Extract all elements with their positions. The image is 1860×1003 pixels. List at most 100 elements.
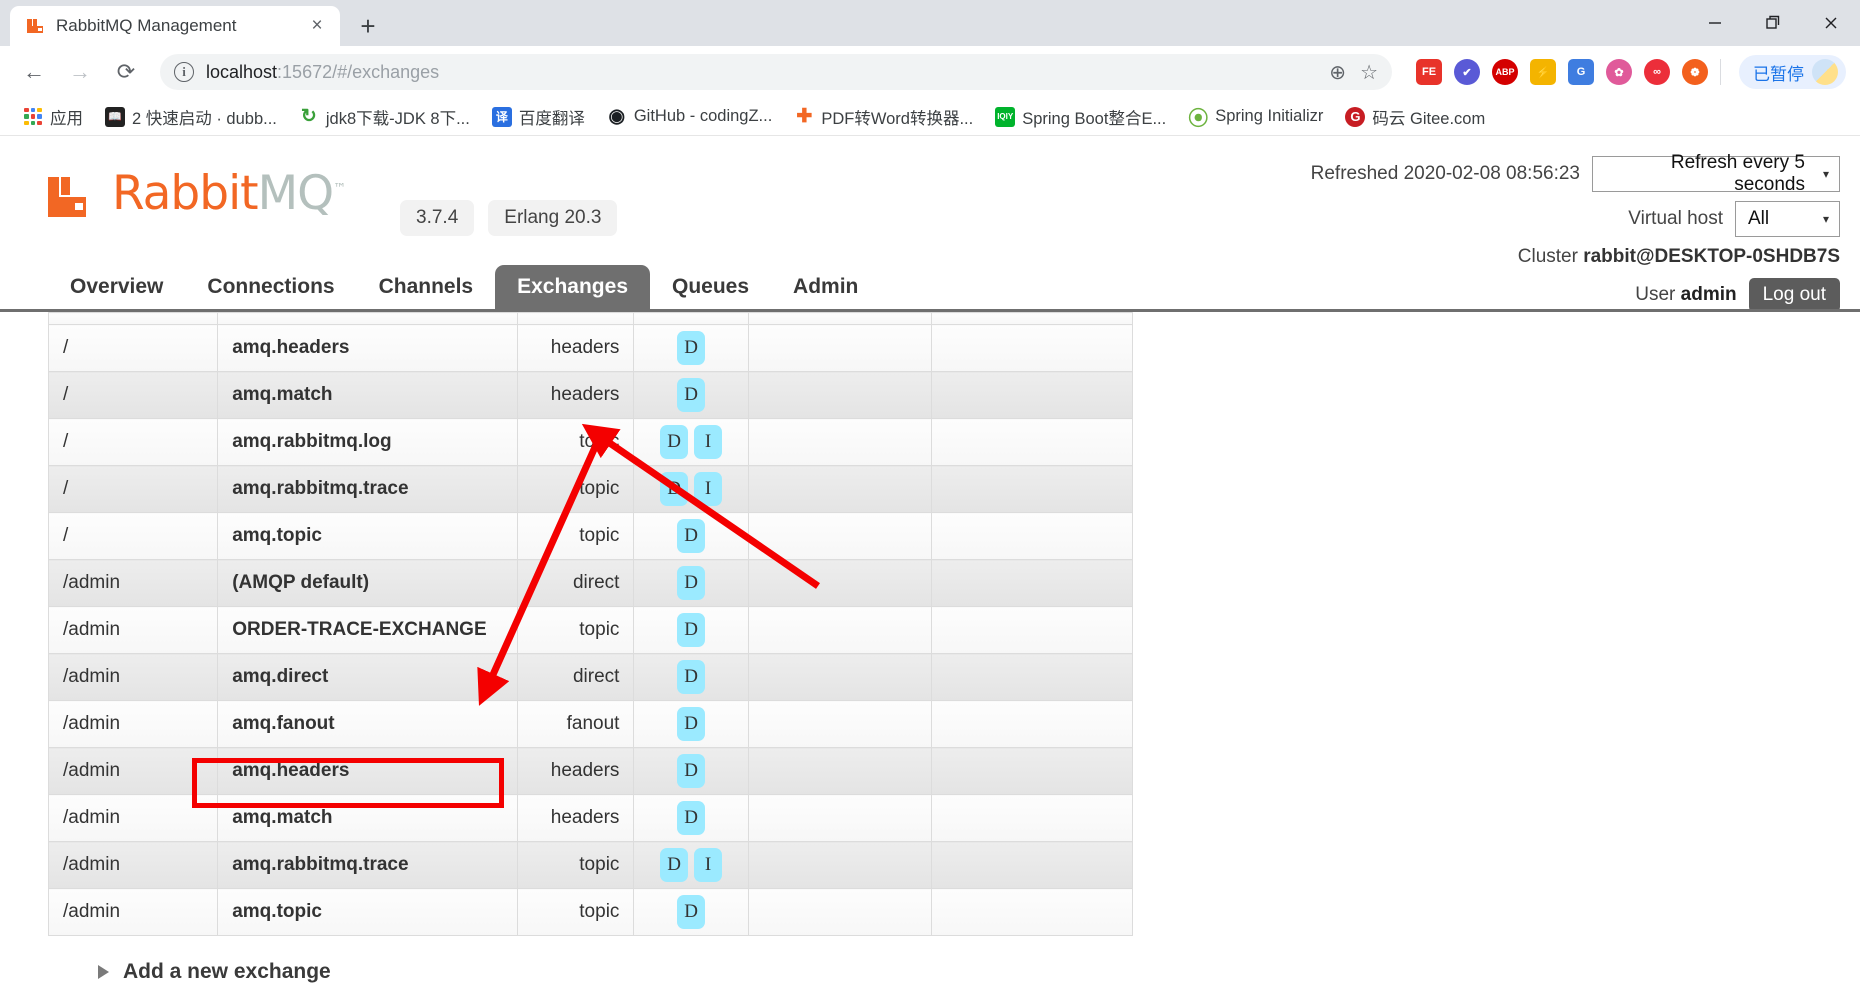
forward-icon[interactable]: →	[60, 52, 100, 92]
table-row[interactable]: /admin amq.rabbitmq.trace topic D I	[47, 841, 1134, 889]
bookmark-dubbo[interactable]: 📖 2 快速启动 · dubb...	[94, 102, 288, 132]
table-row-clipped	[47, 312, 1134, 325]
fe-extension-icon[interactable]: FE	[1416, 59, 1442, 85]
app-header: RabbitMQ™ 3.7.4 Erlang 20.3 Refreshed 20…	[0, 136, 1860, 312]
feature-badge-d: D	[677, 895, 706, 929]
cell-exchange-name[interactable]: amq.direct	[217, 653, 518, 701]
rabbitmq-logo-icon	[48, 171, 90, 217]
reload-icon[interactable]: ⟳	[106, 52, 146, 92]
cell-virtual-host: /admin	[47, 841, 219, 889]
cluster-label: Cluster	[1517, 246, 1578, 267]
close-window-icon[interactable]	[1802, 0, 1860, 46]
cell-virtual-host: /admin	[47, 559, 219, 607]
logo-rabbit-text: Rabbit	[112, 166, 259, 221]
tab-connections[interactable]: Connections	[185, 265, 356, 309]
tab-channels[interactable]: Channels	[357, 265, 496, 309]
cell-exchange-name[interactable]: (AMQP default)	[217, 559, 518, 607]
tab-overview[interactable]: Overview	[48, 265, 185, 309]
feature-badge-d: D	[677, 613, 706, 647]
cell-exchange-name[interactable]: amq.topic	[217, 888, 518, 936]
maximize-icon[interactable]	[1744, 0, 1802, 46]
close-icon[interactable]: ×	[304, 13, 330, 39]
virtual-host-select[interactable]: All ▾	[1735, 201, 1840, 237]
rabbitmq-logo[interactable]: RabbitMQ™	[48, 166, 346, 221]
table-row[interactable]: /admin amq.fanout fanout D	[47, 700, 1134, 748]
back-icon[interactable]: ←	[14, 52, 54, 92]
refresh-interval-select[interactable]: Refresh every 5 seconds ▾	[1592, 152, 1840, 195]
cell-exchange-name[interactable]: amq.rabbitmq.log	[217, 418, 518, 466]
cell-exchange-name[interactable]: amq.rabbitmq.trace	[217, 465, 518, 513]
gitee-icon: G	[1345, 106, 1366, 127]
cell-exchange-name[interactable]: amq.match	[217, 794, 518, 842]
google-translate-extension-icon[interactable]: G	[1568, 59, 1594, 85]
browser-chrome: RabbitMQ Management × + ← → ⟳ i localhos…	[0, 0, 1860, 136]
cell-exchange-name[interactable]: ORDER-TRACE-EXCHANGE	[217, 606, 518, 654]
cell-exchange-name[interactable]: amq.headers	[217, 324, 518, 372]
bookmark-apps[interactable]: 应用	[12, 102, 94, 132]
bookmark-pdf-to-word[interactable]: ✚ PDF转Word转换器...	[783, 102, 984, 132]
trademark-symbol: ™	[333, 181, 346, 197]
chevron-down-icon: ▾	[1822, 167, 1829, 181]
cell-virtual-host: /	[47, 512, 219, 560]
bookmark-star-icon[interactable]: ☆	[1360, 60, 1378, 85]
table-row[interactable]: /admin amq.match headers D	[47, 794, 1134, 842]
adblock-plus-extension-icon[interactable]: ABP	[1492, 59, 1518, 85]
tab-queues[interactable]: Queues	[650, 265, 771, 309]
cell-message-rate-out	[930, 512, 1134, 560]
cell-virtual-host: /	[47, 371, 219, 419]
browser-tab[interactable]: RabbitMQ Management ×	[10, 6, 340, 46]
table-row[interactable]: / amq.match headers D	[47, 371, 1134, 419]
table-row[interactable]: /admin amq.direct direct D	[47, 653, 1134, 701]
bookmark-baidu-translate[interactable]: 译 百度翻译	[481, 102, 596, 132]
bookmark-label: 百度翻译	[518, 109, 585, 128]
site-info-icon[interactable]: i	[174, 62, 194, 82]
zoom-icon[interactable]: ⊕	[1329, 60, 1346, 85]
exchanges-table-body: / amq.headers headers D / amq.match headers D / a…	[47, 312, 1134, 936]
cell-exchange-name[interactable]: amq.topic	[217, 512, 518, 560]
cell-virtual-host: /admin	[47, 606, 219, 654]
table-row[interactable]: /admin ORDER-TRACE-EXCHANGE topic D	[47, 606, 1134, 654]
feature-badge-d: D	[677, 331, 706, 365]
cell-message-rate-out	[930, 418, 1134, 466]
tab-exchanges[interactable]: Exchanges	[495, 265, 650, 309]
extensions-row: FE ✔ ABP ⚡ G ✿ ∞ ❁ 已暂停	[1406, 55, 1846, 89]
cell-exchange-name[interactable]: amq.match	[217, 371, 518, 419]
cell-exchange-name[interactable]: amq.headers	[217, 747, 518, 795]
table-row[interactable]: /admin amq.headers headers D	[47, 747, 1134, 795]
bookmark-jdk8[interactable]: ↻ jdk8下载-JDK 8下...	[288, 102, 481, 132]
table-row[interactable]: / amq.headers headers D	[47, 324, 1134, 372]
browser-toolbar: ← → ⟳ i localhost:15672/#/exchanges ⊕ ☆ …	[0, 46, 1860, 98]
life-buoy-extension-icon[interactable]: ❁	[1682, 59, 1708, 85]
tab-admin[interactable]: Admin	[771, 265, 880, 309]
cell-exchange-name[interactable]: amq.fanout	[217, 700, 518, 748]
table-row[interactable]: / amq.rabbitmq.log topic D I	[47, 418, 1134, 466]
bookmark-gitee[interactable]: G 码云 Gitee.com	[1334, 102, 1496, 132]
feature-badge-d: D	[677, 519, 706, 553]
cell-message-rate-in	[747, 700, 932, 748]
table-row[interactable]: / amq.rabbitmq.trace topic D I	[47, 465, 1134, 513]
pinwheel-extension-icon[interactable]: ✿	[1606, 59, 1632, 85]
bookmark-github[interactable]: ◉ GitHub - codingZ...	[596, 102, 783, 132]
table-row[interactable]: / amq.topic topic D	[47, 512, 1134, 560]
cell-message-rate-out	[930, 747, 1134, 795]
cell-message-rate-out	[930, 794, 1134, 842]
minimize-icon[interactable]	[1686, 0, 1744, 46]
new-tab-button[interactable]: +	[348, 8, 388, 44]
infinity-extension-icon[interactable]: ∞	[1644, 59, 1670, 85]
cell-exchange-type: topic	[516, 888, 635, 936]
address-bar[interactable]: i localhost:15672/#/exchanges ⊕ ☆	[160, 54, 1392, 90]
lightning-extension-icon[interactable]: ⚡	[1530, 59, 1556, 85]
feature-badge-d: D	[677, 566, 706, 600]
cell-message-rate-out	[930, 841, 1134, 889]
bookmark-springboot[interactable]: IQIY Spring Boot整合E...	[984, 102, 1177, 132]
feature-badge-i: I	[694, 848, 723, 882]
table-row[interactable]: /admin (AMQP default) direct D	[47, 559, 1134, 607]
feature-badge-d: D	[677, 707, 706, 741]
table-row[interactable]: /admin amq.topic topic D	[47, 888, 1134, 936]
add-new-exchange-section[interactable]: Add a new exchange	[98, 960, 1860, 984]
bookmark-spring-initializr[interactable]: ⦿ Spring Initializr	[1177, 102, 1334, 132]
check-extension-icon[interactable]: ✔	[1454, 59, 1480, 85]
cell-exchange-name[interactable]: amq.rabbitmq.trace	[217, 841, 518, 889]
rabbitmq-management-page: RabbitMQ™ 3.7.4 Erlang 20.3 Refreshed 20…	[0, 136, 1860, 1003]
profile-paused-button[interactable]: 已暂停	[1739, 55, 1846, 89]
